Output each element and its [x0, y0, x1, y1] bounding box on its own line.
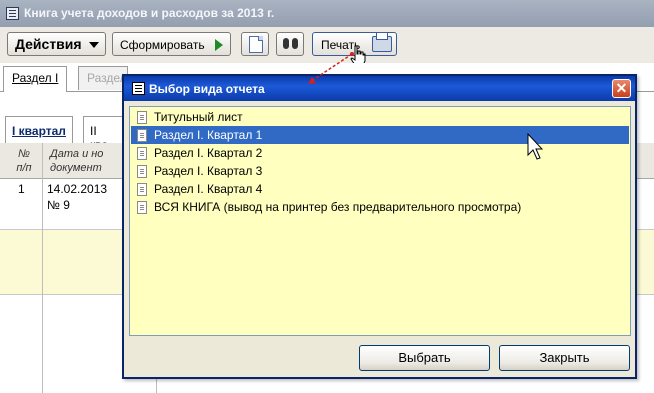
annotation-arrow-icon — [308, 52, 354, 84]
list-item-whole-book[interactable]: ВСЯ КНИГА (вывод на принтер без предвари… — [131, 198, 629, 216]
dialog-title: Выбор вида отчета — [149, 82, 265, 96]
document-button[interactable] — [241, 32, 269, 56]
close-icon[interactable]: ✕ — [612, 79, 631, 98]
document-icon — [137, 201, 147, 214]
document-icon — [137, 147, 147, 160]
generate-button[interactable]: Сформировать — [112, 32, 231, 56]
arrow-cursor-icon — [527, 133, 543, 160]
window-title: Книга учета доходов и расходов за 2013 г… — [24, 6, 275, 20]
tab-quarter-2[interactable]: II ква — [83, 116, 125, 143]
report-type-list[interactable]: Титульный лист Раздел I. Квартал 1 Разде… — [129, 106, 631, 336]
actions-menu-button[interactable]: Действия — [7, 32, 106, 56]
generate-label: Сформировать — [120, 38, 205, 52]
document-icon — [137, 165, 147, 178]
document-icon — [137, 129, 147, 142]
header-date: Дата и но документ — [50, 148, 104, 174]
cell-date: 14.02.2013 — [47, 182, 108, 196]
tab-section-1[interactable]: Раздел I — [3, 66, 68, 92]
tab-quarter-1[interactable]: I квартал — [5, 116, 73, 143]
chevron-down-icon — [89, 42, 99, 48]
document-icon — [137, 183, 147, 196]
document-icon — [249, 36, 263, 53]
tab-section-2[interactable]: Раздел — [78, 66, 128, 90]
cell-number: 1 — [18, 182, 25, 196]
document-icon — [137, 111, 147, 124]
list-item-quarter-4[interactable]: Раздел I. Квартал 4 — [131, 180, 629, 198]
header-number: № п/п — [16, 148, 32, 174]
window-icon — [6, 7, 19, 20]
column-divider — [42, 143, 43, 393]
list-item-quarter-1[interactable]: Раздел I. Квартал 1 — [131, 126, 629, 144]
cell-doc: № 9 — [47, 198, 70, 212]
list-item-title-page[interactable]: Титульный лист — [131, 108, 629, 126]
binoculars-icon — [283, 38, 289, 49]
close-button[interactable]: Закрыть — [499, 345, 630, 371]
list-item-quarter-2[interactable]: Раздел I. Квартал 2 — [131, 144, 629, 162]
printer-icon — [372, 32, 392, 52]
list-item-quarter-3[interactable]: Раздел I. Квартал 3 — [131, 162, 629, 180]
select-button[interactable]: Выбрать — [359, 345, 490, 371]
play-icon — [215, 39, 223, 51]
dialog-title-bar: Выбор вида отчета ✕ — [124, 76, 635, 101]
report-type-dialog: Выбор вида отчета ✕ Титульный лист Разде… — [122, 74, 637, 379]
main-title-bar: Книга учета доходов и расходов за 2013 г… — [0, 0, 654, 27]
actions-label: Действия — [15, 36, 82, 52]
dialog-window-icon — [132, 82, 145, 95]
